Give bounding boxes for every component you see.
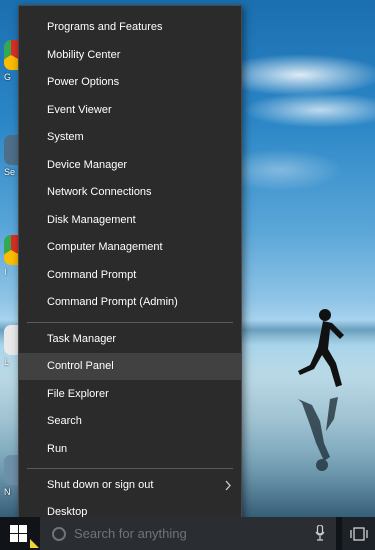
start-button[interactable] xyxy=(0,517,40,550)
menu-item-control-panel[interactable]: Control Panel xyxy=(19,353,241,380)
network-icon xyxy=(4,455,18,485)
menu-item-command-prompt[interactable]: Command Prompt xyxy=(19,262,241,289)
desktop-shortcut-network[interactable]: N xyxy=(4,455,18,505)
menu-item-network-connections[interactable]: Network Connections xyxy=(19,179,241,206)
search-placeholder: Search for anything xyxy=(74,526,187,541)
menu-separator xyxy=(27,322,233,323)
menu-item-computer-management[interactable]: Computer Management xyxy=(19,234,241,261)
desktop-shortcut-chrome[interactable]: G xyxy=(4,40,18,90)
microphone-icon[interactable] xyxy=(315,525,325,541)
menu-item-system[interactable]: System xyxy=(19,124,241,151)
app-icon xyxy=(4,235,18,265)
desktop-shortcut-security[interactable]: Se xyxy=(4,135,18,185)
desktop-shortcut-label: N xyxy=(4,487,11,497)
chrome-icon xyxy=(4,40,18,70)
start-highlight-indicator xyxy=(30,539,39,548)
desktop-shortcut-app[interactable]: I xyxy=(4,235,18,285)
search-icon xyxy=(52,527,66,541)
desktop-shortcut-label: I xyxy=(4,267,7,277)
winx-context-menu: Programs and Features Mobility Center Po… xyxy=(18,5,242,535)
menu-item-search[interactable]: Search xyxy=(19,408,241,435)
menu-item-task-manager[interactable]: Task Manager xyxy=(19,326,241,353)
windows-logo-icon xyxy=(10,525,27,542)
taskbar: Search for anything xyxy=(0,517,375,550)
runner-silhouette xyxy=(298,309,344,387)
document-icon xyxy=(4,325,18,355)
menu-item-device-manager[interactable]: Device Manager xyxy=(19,152,241,179)
runner-reflection xyxy=(298,397,338,471)
shield-icon xyxy=(4,135,18,165)
menu-item-mobility-center[interactable]: Mobility Center xyxy=(19,42,241,69)
desktop-shortcut-label: L xyxy=(4,357,10,367)
desktop-shortcut-label: Se xyxy=(4,167,16,177)
menu-item-run[interactable]: Run xyxy=(19,436,241,463)
task-view-button[interactable] xyxy=(342,517,375,550)
task-view-icon xyxy=(350,527,368,541)
desktop-shortcut-document[interactable]: L xyxy=(4,325,18,375)
menu-item-label: Shut down or sign out xyxy=(47,478,154,491)
menu-item-command-prompt-admin[interactable]: Command Prompt (Admin) xyxy=(19,289,241,316)
desktop-shortcut-label: G xyxy=(4,72,12,82)
menu-item-file-explorer[interactable]: File Explorer xyxy=(19,381,241,408)
menu-item-shut-down[interactable]: Shut down or sign out xyxy=(19,472,241,499)
menu-item-event-viewer[interactable]: Event Viewer xyxy=(19,97,241,124)
menu-separator xyxy=(27,468,233,469)
menu-item-power-options[interactable]: Power Options xyxy=(19,69,241,96)
taskbar-search-box[interactable]: Search for anything xyxy=(40,517,336,550)
menu-item-programs-features[interactable]: Programs and Features xyxy=(19,14,241,41)
menu-item-disk-management[interactable]: Disk Management xyxy=(19,207,241,234)
